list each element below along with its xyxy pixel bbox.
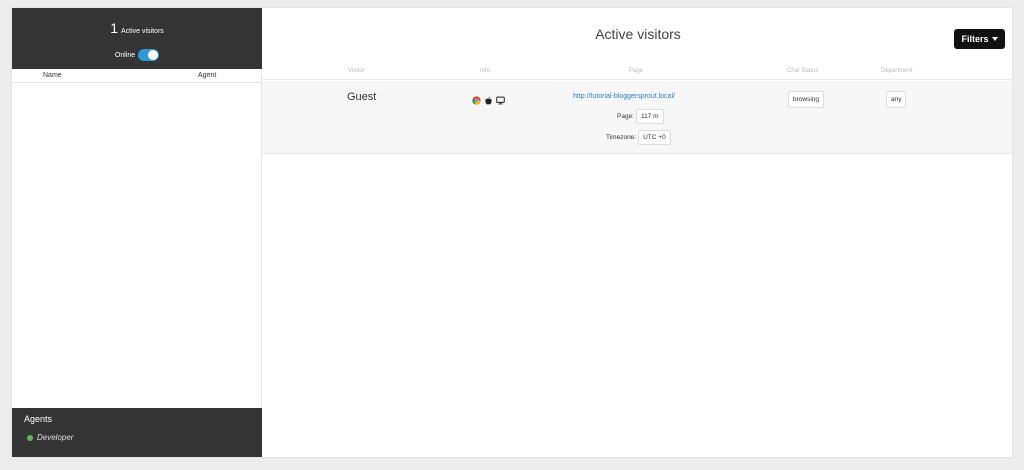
visitor-count-label: Active visitors: [121, 28, 164, 35]
sidebar: 1 Active visitors Online Name Agent Agent…: [12, 8, 262, 457]
chrome-icon: [472, 92, 481, 105]
app-window: 1 Active visitors Online Name Agent Agent…: [11, 7, 1013, 458]
timezone: Timezone: UTC +0: [606, 130, 671, 145]
column-page: Page: [629, 68, 644, 74]
column-info: Info: [480, 68, 491, 74]
agent-name: Developer: [37, 433, 74, 442]
column-name: Name: [43, 72, 62, 79]
visitor-name: Guest: [347, 91, 377, 103]
table-row[interactable]: Guest http://tutorial-bloggersprout.loca…: [262, 81, 1012, 154]
visitor-count-number: 1: [110, 20, 118, 36]
page-title: Active visitors: [595, 26, 681, 42]
timezone-value: UTC +0: [638, 130, 671, 145]
timezone-label: Timezone:: [606, 134, 637, 141]
visitor-info-icons: [472, 92, 505, 105]
online-row: Online: [12, 49, 262, 61]
main-panel: Active visitors Filters Visitor Info Pag…: [262, 8, 1012, 457]
column-visitor: Visitor: [348, 68, 365, 74]
table-header: Visitor Info Page Chat Status Department: [262, 65, 1012, 80]
toggle-knob: [148, 50, 159, 60]
apple-icon: [484, 92, 493, 105]
agents-panel: Agents Developer: [12, 408, 262, 457]
online-toggle[interactable]: [138, 49, 160, 61]
agent-item[interactable]: Developer: [27, 433, 73, 442]
online-label: Online: [114, 51, 136, 59]
agents-title: Agents: [24, 414, 53, 424]
chat-status-badge: browsing: [788, 91, 825, 108]
sidebar-header: 1 Active visitors Online: [12, 8, 262, 69]
filters-button[interactable]: Filters: [954, 29, 1005, 49]
page-time-value: 117 m: [636, 109, 664, 124]
filters-label: Filters: [961, 34, 989, 44]
online-status-dot: [27, 434, 33, 441]
page-url-link[interactable]: http://tutorial-bloggersprout.local/: [573, 93, 675, 100]
column-department: Department: [881, 68, 913, 74]
page-time-label: Page:: [617, 113, 634, 120]
caret-down-icon: [991, 37, 998, 41]
sidebar-column-headers: Name Agent: [12, 69, 262, 83]
active-visitor-count: 1 Active visitors: [12, 20, 262, 36]
department-badge: any: [886, 91, 907, 108]
desktop-icon: [496, 92, 505, 105]
column-chat-status: Chat Status: [787, 68, 819, 74]
page-time: Page: 117 m: [617, 109, 664, 124]
column-agent: Agent: [198, 72, 217, 79]
